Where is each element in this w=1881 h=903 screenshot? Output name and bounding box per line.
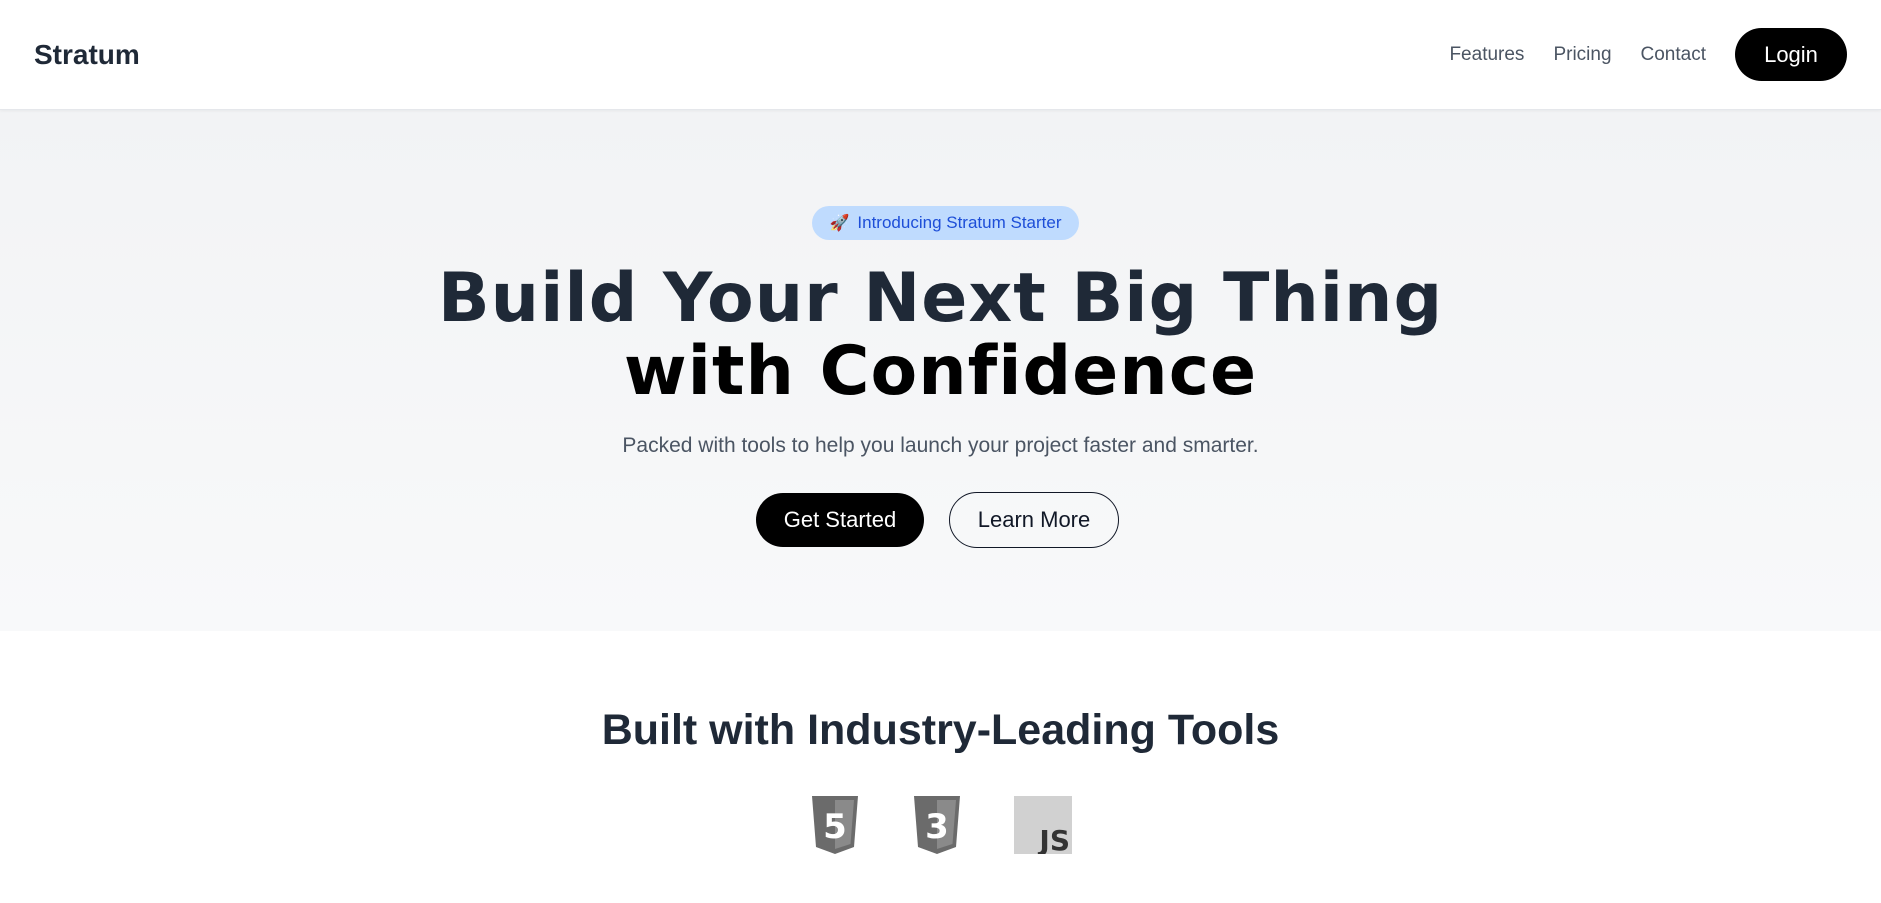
hero-actions: Get Started Learn More [0, 492, 1881, 548]
site-header: Stratum Features Pricing Contact Login [0, 0, 1881, 110]
main-nav: Features Pricing Contact Login [1449, 28, 1847, 81]
css3-icon-label: 3 [925, 807, 949, 847]
learn-more-button[interactable]: Learn More [949, 492, 1119, 548]
nav-link-pricing[interactable]: Pricing [1553, 44, 1611, 66]
tools-logos: 5 3 JS [0, 796, 1881, 854]
javascript-icon: JS [1013, 796, 1072, 854]
nav-link-contact[interactable]: Contact [1641, 44, 1706, 66]
login-button[interactable]: Login [1735, 28, 1847, 81]
nav-link-features[interactable]: Features [1449, 44, 1524, 66]
announcement-text: Introducing Stratum Starter [857, 213, 1062, 232]
hero-title: Build Your Next Big Thing with Confidenc… [0, 262, 1881, 408]
rocket-icon: 🚀 [829, 215, 850, 232]
css3-icon: 3 [913, 796, 960, 854]
hero-subtitle: Packed with tools to help you launch you… [622, 434, 1259, 457]
get-started-button[interactable]: Get Started [756, 493, 924, 547]
javascript-icon-label: JS [1037, 824, 1070, 854]
hero-title-line-2: with Confidence [623, 332, 1258, 411]
hero-title-line-1: Build Your Next Big Thing [437, 259, 1444, 338]
html5-icon: 5 [811, 796, 858, 854]
html5-icon-label: 5 [823, 807, 847, 847]
announcement-badge[interactable]: 🚀 Introducing Stratum Starter [812, 206, 1079, 240]
brand-logo[interactable]: Stratum [34, 39, 140, 71]
hero-section: 🚀 Introducing Stratum Starter Build Your… [0, 110, 1881, 631]
tools-section-title: Built with Industry-Leading Tools [601, 706, 1280, 754]
